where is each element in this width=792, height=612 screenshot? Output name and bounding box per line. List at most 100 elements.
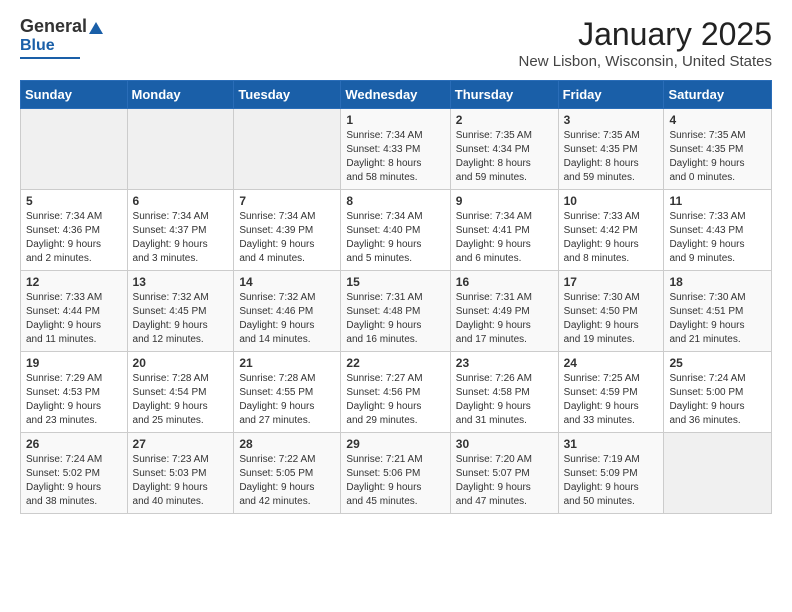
logo-blue-text: Blue	[20, 37, 55, 55]
calendar-day-cell	[664, 433, 772, 514]
day-info: Sunrise: 7:35 AM Sunset: 4:35 PM Dayligh…	[669, 129, 766, 185]
day-number: 1	[346, 113, 444, 127]
day-info: Sunrise: 7:32 AM Sunset: 4:45 PM Dayligh…	[133, 291, 229, 347]
weekday-header: Wednesday	[341, 81, 450, 109]
calendar-day-cell: 3Sunrise: 7:35 AM Sunset: 4:35 PM Daylig…	[558, 109, 664, 190]
day-info: Sunrise: 7:27 AM Sunset: 4:56 PM Dayligh…	[346, 372, 444, 428]
day-number: 19	[26, 356, 122, 370]
day-info: Sunrise: 7:31 AM Sunset: 4:48 PM Dayligh…	[346, 291, 444, 347]
calendar-day-cell: 12 Sunrise: 7:33 AM Sunset: 4:44 PM Dayli…	[21, 271, 128, 352]
day-number: 12	[26, 275, 122, 289]
day-number: 7	[239, 194, 335, 208]
calendar-day-cell: 16Sunrise: 7:31 AM Sunset: 4:49 PM Dayli…	[450, 271, 558, 352]
day-number: 16	[456, 275, 553, 289]
day-info: Sunrise: 7:33 AM Sunset: 4:43 PM Dayligh…	[669, 210, 766, 266]
calendar-week-row: 26 Sunrise: 7:24 AM Sunset: 5:02 PM Dayli…	[21, 433, 772, 514]
day-number: 30	[456, 437, 553, 451]
calendar-day-cell	[127, 109, 234, 190]
day-info: Sunrise: 7:34 AM Sunset: 4:36 PM Dayligh…	[26, 210, 122, 266]
calendar-day-cell: 19 Sunrise: 7:29 AM Sunset: 4:53 PM Dayli…	[21, 352, 128, 433]
day-number: 10	[564, 194, 659, 208]
calendar-day-cell: 26 Sunrise: 7:24 AM Sunset: 5:02 PM Dayli…	[21, 433, 128, 514]
day-number: 8	[346, 194, 444, 208]
calendar-day-cell: 1 Sunrise: 7:34 AM Sunset: 4:33 PM Daylig…	[341, 109, 450, 190]
day-info: Sunrise: 7:34 AM Sunset: 4:39 PM Dayligh…	[239, 210, 335, 266]
day-number: 26	[26, 437, 122, 451]
calendar-day-cell: 28Sunrise: 7:22 AM Sunset: 5:05 PM Dayli…	[234, 433, 341, 514]
weekday-header: Saturday	[664, 81, 772, 109]
day-info: Sunrise: 7:28 AM Sunset: 4:55 PM Dayligh…	[239, 372, 335, 428]
day-number: 29	[346, 437, 444, 451]
logo-underline	[20, 57, 80, 59]
calendar-day-cell: 4 Sunrise: 7:35 AM Sunset: 4:35 PM Daylig…	[664, 109, 772, 190]
calendar-table: SundayMondayTuesdayWednesdayThursdayFrid…	[20, 80, 772, 514]
calendar-day-cell	[21, 109, 128, 190]
day-info: Sunrise: 7:34 AM Sunset: 4:37 PM Dayligh…	[133, 210, 229, 266]
day-number: 24	[564, 356, 659, 370]
day-info: Sunrise: 7:21 AM Sunset: 5:06 PM Dayligh…	[346, 453, 444, 509]
calendar-week-row: 12 Sunrise: 7:33 AM Sunset: 4:44 PM Dayli…	[21, 271, 772, 352]
day-info: Sunrise: 7:25 AM Sunset: 4:59 PM Dayligh…	[564, 372, 659, 428]
calendar-day-cell: 6Sunrise: 7:34 AM Sunset: 4:37 PM Daylig…	[127, 190, 234, 271]
day-info: Sunrise: 7:34 AM Sunset: 4:41 PM Dayligh…	[456, 210, 553, 266]
day-info: Sunrise: 7:28 AM Sunset: 4:54 PM Dayligh…	[133, 372, 229, 428]
weekday-header: Monday	[127, 81, 234, 109]
calendar-day-cell: 24 Sunrise: 7:25 AM Sunset: 4:59 PM Dayli…	[558, 352, 664, 433]
day-number: 27	[133, 437, 229, 451]
day-info: Sunrise: 7:30 AM Sunset: 4:51 PM Dayligh…	[669, 291, 766, 347]
calendar-week-row: 1 Sunrise: 7:34 AM Sunset: 4:33 PM Daylig…	[21, 109, 772, 190]
title-block: January 2025 New Lisbon, Wisconsin, Unit…	[519, 16, 772, 70]
day-info: Sunrise: 7:26 AM Sunset: 4:58 PM Dayligh…	[456, 372, 553, 428]
logo-triangle-icon	[89, 22, 103, 34]
calendar-week-row: 19 Sunrise: 7:29 AM Sunset: 4:53 PM Dayli…	[21, 352, 772, 433]
day-info: Sunrise: 7:24 AM Sunset: 5:00 PM Dayligh…	[669, 372, 766, 428]
calendar-day-cell: 2 Sunrise: 7:35 AM Sunset: 4:34 PM Daylig…	[450, 109, 558, 190]
day-number: 18	[669, 275, 766, 289]
calendar-day-cell: 31Sunrise: 7:19 AM Sunset: 5:09 PM Dayli…	[558, 433, 664, 514]
day-info: Sunrise: 7:34 AM Sunset: 4:40 PM Dayligh…	[346, 210, 444, 266]
weekday-header: Sunday	[21, 81, 128, 109]
calendar-day-cell: 14Sunrise: 7:32 AM Sunset: 4:46 PM Dayli…	[234, 271, 341, 352]
calendar-day-cell: 7 Sunrise: 7:34 AM Sunset: 4:39 PM Daylig…	[234, 190, 341, 271]
day-info: Sunrise: 7:23 AM Sunset: 5:03 PM Dayligh…	[133, 453, 229, 509]
day-info: Sunrise: 7:29 AM Sunset: 4:53 PM Dayligh…	[26, 372, 122, 428]
day-number: 11	[669, 194, 766, 208]
day-number: 2	[456, 113, 553, 127]
day-number: 31	[564, 437, 659, 451]
calendar-day-cell: 10Sunrise: 7:33 AM Sunset: 4:42 PM Dayli…	[558, 190, 664, 271]
month-title: January 2025	[519, 16, 772, 53]
weekday-header: Friday	[558, 81, 664, 109]
location-text: New Lisbon, Wisconsin, United States	[519, 53, 772, 70]
day-number: 4	[669, 113, 766, 127]
calendar-day-cell: 17Sunrise: 7:30 AM Sunset: 4:50 PM Dayli…	[558, 271, 664, 352]
calendar-day-cell: 11 Sunrise: 7:33 AM Sunset: 4:43 PM Dayli…	[664, 190, 772, 271]
calendar-header-row: SundayMondayTuesdayWednesdayThursdayFrid…	[21, 81, 772, 109]
day-info: Sunrise: 7:24 AM Sunset: 5:02 PM Dayligh…	[26, 453, 122, 509]
calendar-day-cell: 15 Sunrise: 7:31 AM Sunset: 4:48 PM Dayli…	[341, 271, 450, 352]
calendar-day-cell: 22 Sunrise: 7:27 AM Sunset: 4:56 PM Dayli…	[341, 352, 450, 433]
calendar-day-cell: 23 Sunrise: 7:26 AM Sunset: 4:58 PM Dayli…	[450, 352, 558, 433]
day-number: 23	[456, 356, 553, 370]
day-number: 25	[669, 356, 766, 370]
calendar-day-cell: 8 Sunrise: 7:34 AM Sunset: 4:40 PM Daylig…	[341, 190, 450, 271]
page-header: General Blue January 2025 New Lisbon, Wi…	[20, 16, 772, 70]
calendar-day-cell: 9Sunrise: 7:34 AM Sunset: 4:41 PM Daylig…	[450, 190, 558, 271]
day-info: Sunrise: 7:35 AM Sunset: 4:34 PM Dayligh…	[456, 129, 553, 185]
calendar-day-cell: 27 Sunrise: 7:23 AM Sunset: 5:03 PM Dayli…	[127, 433, 234, 514]
day-number: 17	[564, 275, 659, 289]
weekday-header: Thursday	[450, 81, 558, 109]
calendar-day-cell: 30 Sunrise: 7:20 AM Sunset: 5:07 PM Dayli…	[450, 433, 558, 514]
day-info: Sunrise: 7:34 AM Sunset: 4:33 PM Dayligh…	[346, 129, 444, 185]
day-number: 20	[133, 356, 229, 370]
day-info: Sunrise: 7:22 AM Sunset: 5:05 PM Dayligh…	[239, 453, 335, 509]
calendar-week-row: 5Sunrise: 7:34 AM Sunset: 4:36 PM Daylig…	[21, 190, 772, 271]
calendar-day-cell: 13Sunrise: 7:32 AM Sunset: 4:45 PM Dayli…	[127, 271, 234, 352]
day-info: Sunrise: 7:33 AM Sunset: 4:44 PM Dayligh…	[26, 291, 122, 347]
day-number: 15	[346, 275, 444, 289]
calendar-day-cell: 21Sunrise: 7:28 AM Sunset: 4:55 PM Dayli…	[234, 352, 341, 433]
calendar-day-cell: 5Sunrise: 7:34 AM Sunset: 4:36 PM Daylig…	[21, 190, 128, 271]
weekday-header: Tuesday	[234, 81, 341, 109]
day-number: 22	[346, 356, 444, 370]
logo: General Blue	[20, 16, 103, 59]
day-info: Sunrise: 7:20 AM Sunset: 5:07 PM Dayligh…	[456, 453, 553, 509]
